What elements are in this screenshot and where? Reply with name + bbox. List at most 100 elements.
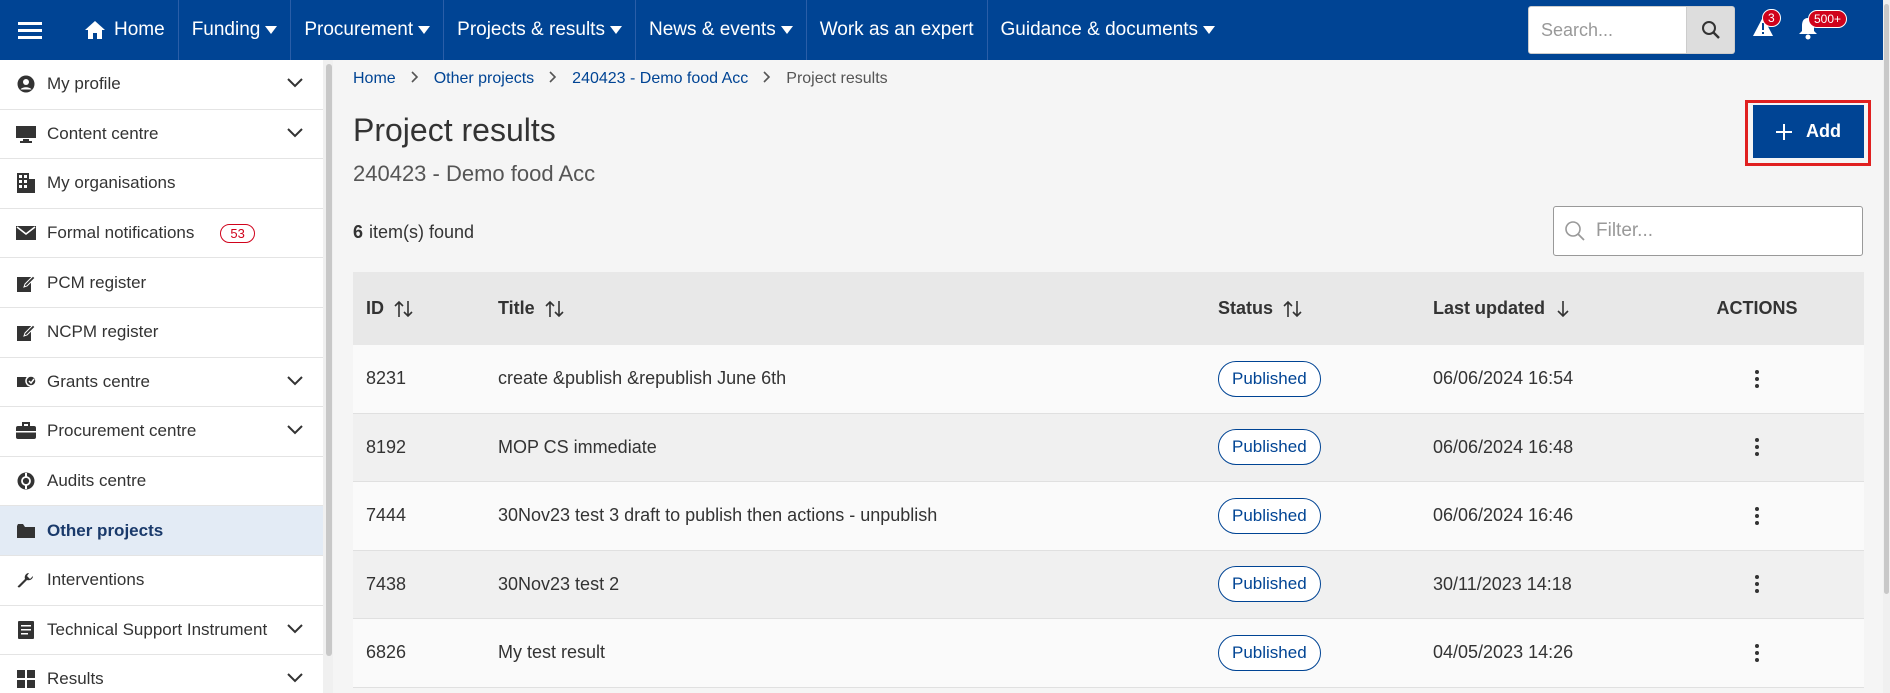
cell-id: 8231 [366, 368, 407, 389]
results-count-label: item(s) found [369, 222, 475, 242]
sidebar: My profile Content centre My organisatio… [0, 60, 323, 693]
sidebar-item-formal-notifications[interactable]: Formal notifications 53 [0, 209, 323, 259]
sidebar-item-label: Formal notifications [47, 223, 195, 243]
nav-projects-results[interactable]: Projects & results [444, 0, 636, 60]
sidebar-item-label: PCM register [47, 272, 147, 292]
column-header-label: Last updated [1433, 298, 1546, 318]
status-badge: Published [1218, 429, 1321, 466]
filter-input[interactable] [1596, 220, 1846, 242]
caret-down-icon [780, 26, 793, 34]
cell-id: 7438 [366, 573, 407, 594]
cell-last-updated: 06/06/2024 16:46 [1433, 505, 1574, 526]
chevron-down-icon[interactable] [287, 623, 303, 634]
page-subtitle: 240423 - Demo food Acc [353, 161, 596, 186]
sidebar-item-label: Procurement centre [47, 421, 197, 441]
sidebar-item-label: My organisations [47, 173, 176, 193]
row-actions-menu-icon[interactable] [1755, 505, 1759, 526]
chevron-right-icon [763, 70, 771, 88]
column-header-last-updated[interactable]: Last updated [1420, 298, 1650, 319]
cell-title[interactable]: 30Nov23 test 3 draft to publish then act… [485, 505, 1205, 526]
add-button[interactable]: Add [1753, 105, 1864, 158]
sidebar-item-label: Other projects [47, 520, 164, 540]
search-button[interactable] [1687, 6, 1735, 54]
folder-icon [16, 521, 36, 541]
audit-icon [16, 471, 36, 491]
cell-title[interactable]: create &publish &republish June 6th [485, 368, 1205, 389]
cell-title[interactable]: MOP CS immediate [485, 437, 1205, 458]
sidebar-item-audits-centre[interactable]: Audits centre [0, 457, 323, 507]
sidebar-item-my-profile[interactable]: My profile [0, 60, 323, 110]
table-row[interactable]: 6826 My test result Published 04/05/2023… [353, 619, 1864, 688]
column-header-id[interactable]: ID [353, 298, 485, 319]
column-header-status[interactable]: Status [1205, 298, 1420, 319]
page-scrollbar-thumb[interactable] [1884, 4, 1889, 594]
nav-news-events-label: News & events [648, 19, 776, 40]
sort-icon[interactable] [545, 300, 565, 318]
hamburger-menu-icon[interactable] [0, 0, 60, 60]
nav-guidance-documents[interactable]: Guidance & documents [988, 0, 1229, 60]
sidebar-item-content-centre[interactable]: Content centre [0, 110, 323, 160]
search-input[interactable] [1528, 6, 1687, 54]
sidebar-item-interventions[interactable]: Interventions [0, 556, 323, 606]
document-icon [16, 620, 36, 640]
status-badge: Published [1218, 634, 1321, 671]
notifications-count-badge: 500+ [1808, 10, 1848, 28]
nav-news-events[interactable]: News & events [636, 0, 807, 60]
nav-funding[interactable]: Funding [179, 0, 292, 60]
row-actions-menu-icon[interactable] [1755, 574, 1759, 595]
cell-id: 6826 [366, 642, 407, 663]
cell-title[interactable]: 30Nov23 test 2 [485, 574, 1205, 595]
row-actions-menu-icon[interactable] [1755, 368, 1759, 389]
edit-icon [16, 322, 36, 342]
nav-procurement[interactable]: Procurement [291, 0, 445, 60]
chevron-down-icon[interactable] [287, 78, 303, 88]
table-row[interactable]: 7438 30Nov23 test 2 Published 30/11/2023… [353, 550, 1864, 619]
column-header-label: Status [1218, 298, 1274, 318]
sidebar-item-pcm-register[interactable]: PCM register [0, 258, 323, 308]
cell-title[interactable]: My test result [485, 642, 1205, 663]
sidebar-item-label: Audits centre [47, 471, 147, 491]
sidebar-item-label: NCPM register [47, 322, 159, 342]
grid-icon [16, 669, 36, 689]
row-actions-menu-icon[interactable] [1755, 437, 1759, 458]
grants-icon [16, 372, 36, 392]
sidebar-item-ncpm-register[interactable]: NCPM register [0, 308, 323, 358]
caret-down-icon [265, 26, 278, 34]
sidebar-scrollbar-thumb[interactable] [326, 64, 332, 656]
table-row[interactable]: 8192 MOP CS immediate Published 06/06/20… [353, 413, 1864, 482]
breadcrumb-other-projects[interactable]: Other projects [434, 70, 534, 88]
column-header-title[interactable]: Title [485, 298, 1205, 319]
sidebar-item-other-projects[interactable]: Other projects [0, 506, 323, 556]
status-badge: Published [1218, 360, 1321, 397]
sidebar-item-procurement-centre[interactable]: Procurement centre [0, 407, 323, 457]
alerts-count-badge: 3 [1762, 9, 1781, 27]
cell-id: 7444 [366, 505, 407, 526]
sort-desc-icon[interactable] [1555, 300, 1571, 318]
table-row[interactable]: 7444 30Nov23 test 3 draft to publish the… [353, 482, 1864, 551]
sort-icon[interactable] [394, 300, 414, 318]
nav-work-as-expert[interactable]: Work as an expert [807, 0, 988, 60]
row-actions-menu-icon[interactable] [1755, 642, 1759, 663]
nav-home[interactable]: Home [60, 0, 179, 60]
nav-home-label: Home [114, 19, 165, 40]
plus-icon [1776, 123, 1792, 140]
page-title: Project results [353, 112, 556, 148]
table-header: ID Title Status Last updated ACTIONS [353, 272, 1864, 345]
sidebar-item-my-organisations[interactable]: My organisations [0, 159, 323, 209]
nav-work-as-expert-label: Work as an expert [819, 19, 974, 40]
sidebar-item-grants-centre[interactable]: Grants centre [0, 358, 323, 408]
chevron-down-icon[interactable] [287, 425, 303, 435]
breadcrumb-project[interactable]: 240423 - Demo food Acc [572, 70, 748, 88]
sidebar-item-label: Results [47, 669, 104, 689]
sidebar-item-technical-support-instrument[interactable]: Technical Support Instrument [0, 606, 323, 656]
chevron-down-icon[interactable] [287, 375, 303, 386]
sidebar-item-results[interactable]: Results [0, 655, 323, 693]
table-row[interactable]: 8231 create &publish &republish June 6th… [353, 345, 1864, 414]
sort-icon[interactable] [1283, 300, 1303, 318]
chevron-down-icon[interactable] [287, 673, 303, 683]
cell-last-updated: 06/06/2024 16:54 [1433, 368, 1574, 389]
results-count: 6 item(s) found [353, 222, 474, 243]
notifications-count-badge: 53 [220, 223, 255, 243]
chevron-down-icon[interactable] [287, 127, 303, 138]
breadcrumb-home[interactable]: Home [353, 70, 396, 88]
